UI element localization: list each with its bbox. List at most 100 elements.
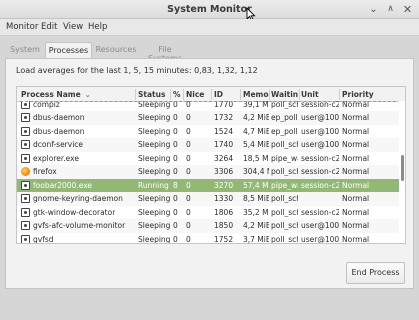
column-header-process-name[interactable]: Process Name ⌄ <box>21 90 134 99</box>
cell-nice: 0 <box>186 194 191 203</box>
menu-monitor[interactable]: Monitor <box>6 22 38 32</box>
cell-status: Sleeping <box>138 194 170 203</box>
column-header-id[interactable]: ID <box>214 90 239 99</box>
table-row[interactable]: firefoxSleeping003306304,4 MiBpoll_schse… <box>17 165 399 179</box>
table-row[interactable]: gtk-window-decorator Sleeping 0 0 1806 35,2 M… <box>17 206 399 220</box>
process-icon <box>21 153 30 163</box>
table-row[interactable]: gvfs-afc-volume-monitor Sleeping 0 0 1850 4,2… <box>17 219 399 233</box>
process-icon <box>21 101 30 109</box>
cell-cpu: 0 <box>173 113 178 122</box>
menu-view[interactable]: View <box>63 22 83 32</box>
title-bar[interactable]: System Monitor ⌄ ∧ ✕ <box>0 0 419 19</box>
maximize-icon[interactable]: ∧ <box>384 3 397 16</box>
cell-waiting: poll_sch <box>271 221 298 230</box>
cell-unit: user@1000 <box>301 221 339 230</box>
column-header-nice[interactable]: Nice <box>186 90 210 99</box>
table-row[interactable]: dbus-daemon Sleeping 0 0 1524 4,7 MiB ep_poll u… <box>17 125 399 139</box>
process-icon <box>21 126 30 136</box>
cell-status: Sleeping <box>138 207 170 217</box>
tab-resources[interactable]: Resources <box>95 42 137 59</box>
cell-memory: 57,4 MiB <box>243 180 269 190</box>
drop-indicator <box>20 101 396 102</box>
cell-waiting: poll_sch <box>271 140 298 149</box>
table-row[interactable]: dbus-daemon Sleeping 0 0 1732 4,2 MiB ep_poll u… <box>17 111 399 125</box>
cell-memory: 35,2 MiB <box>243 207 269 217</box>
cell-id: 1732 <box>214 113 234 122</box>
end-process-button[interactable]: End Process <box>346 262 405 284</box>
cell-memory: 5,4 MiB <box>243 140 269 149</box>
cell-unit: user@1000 <box>301 140 339 149</box>
process-table[interactable]: Process Name⌄ Status % Nice ID Memor Wai… <box>16 86 406 244</box>
cell-unit: user@1000 <box>301 126 339 136</box>
cell-id: 3264 <box>214 153 234 163</box>
cell-memory: 4,7 MiB <box>243 126 269 136</box>
table-row[interactable]: compizSleeping00177039,1 MiBpoll_schsess… <box>17 101 399 111</box>
cell-priority: Normal <box>342 101 370 109</box>
column-header-priority[interactable]: Priority <box>342 90 392 99</box>
scrollbar-thumb[interactable] <box>401 155 404 181</box>
table-row[interactable]: gnome-keyring-daemon Sleeping 0 0 1330 8,5 Mi… <box>17 192 399 206</box>
cell-memory: 39,1 MiB <box>243 101 269 109</box>
tab-processes[interactable]: Processes <box>45 42 92 59</box>
cell-cpu: 0 <box>173 194 178 203</box>
cell-priority: Normal <box>342 180 370 190</box>
cell-cpu: 8 <box>173 180 178 190</box>
process-icon <box>21 221 30 230</box>
cell-cpu: 0 <box>173 221 178 230</box>
cell-process-name: firefox <box>33 167 57 176</box>
cell-waiting: ep_poll <box>271 126 298 136</box>
menu-edit[interactable]: Edit <box>41 22 57 32</box>
table-header: Process Name⌄ Status % Nice ID Memor Wai… <box>17 87 405 102</box>
cell-memory: 18,5 MiB <box>243 153 269 163</box>
cell-cpu: 0 <box>173 167 178 176</box>
cell-process-name: gtk-window-decorator <box>33 207 116 217</box>
cell-unit: session-c2 <box>301 167 339 176</box>
process-icon <box>21 113 30 122</box>
cell-nice: 0 <box>186 167 191 176</box>
cell-priority: Normal <box>342 153 370 163</box>
cell-unit: session-c2 <box>301 207 339 217</box>
cell-unit: session-c2 <box>301 180 339 190</box>
cell-process-name: gnome-keyring-daemon <box>33 194 123 203</box>
cell-memory: 3,7 MiB <box>243 234 269 244</box>
cell-priority: Normal <box>342 221 370 230</box>
cell-waiting: poll_sch <box>271 207 298 217</box>
tab-system[interactable]: System <box>8 42 42 59</box>
table-row[interactable]: gvfsdSleeping0017523,7 MiBpoll_schuser@1… <box>17 233 399 244</box>
cell-process-name: foobar2000.exe <box>33 180 93 190</box>
table-row[interactable]: explorer.exeSleeping00326418,5 MiBpipe_w… <box>17 152 399 166</box>
cell-id: 1740 <box>214 140 234 149</box>
process-icon <box>21 180 30 190</box>
cell-priority: Normal <box>342 234 370 244</box>
column-header-unit[interactable]: Unit <box>301 90 339 99</box>
cell-nice: 0 <box>186 140 191 149</box>
cell-process-name: dbus-daemon <box>33 126 85 136</box>
vertical-scrollbar[interactable] <box>399 101 405 243</box>
cell-status: Sleeping <box>138 126 170 136</box>
menu-help[interactable]: Help <box>88 22 107 32</box>
cell-cpu: 0 <box>173 101 178 109</box>
cell-cpu: 0 <box>173 234 178 244</box>
cell-priority: Normal <box>342 113 370 122</box>
cell-nice: 0 <box>186 101 191 109</box>
minimize-icon[interactable]: ⌄ <box>367 3 380 16</box>
load-averages: Load averages for the last 1, 5, 15 minu… <box>16 66 258 75</box>
column-header-status[interactable]: Status <box>138 90 170 99</box>
cell-id: 1524 <box>214 126 234 136</box>
close-icon[interactable]: ✕ <box>401 3 414 16</box>
cell-nice: 0 <box>186 221 191 230</box>
process-icon <box>21 207 30 217</box>
cell-id: 1770 <box>214 101 234 109</box>
cell-nice: 0 <box>186 234 191 244</box>
cell-unit: user@1000 <box>301 234 339 244</box>
cell-priority: Normal <box>342 167 370 176</box>
cell-nice: 0 <box>186 113 191 122</box>
column-header-memory[interactable]: Memor <box>243 90 269 99</box>
column-header-waiting[interactable]: Waitin <box>271 90 298 99</box>
cell-status: Sleeping <box>138 101 170 109</box>
tab-file-systems[interactable]: File Systems <box>141 42 189 63</box>
cell-status: Running <box>138 180 169 190</box>
table-row[interactable]: dconf-service Sleeping 0 0 1740 5,4 MiB poll_s… <box>17 138 399 152</box>
column-header-cpu[interactable]: % <box>173 90 183 99</box>
table-row[interactable]: foobar2000.exe Running 80 3270 57,4 MiBpipe_… <box>17 178 399 192</box>
